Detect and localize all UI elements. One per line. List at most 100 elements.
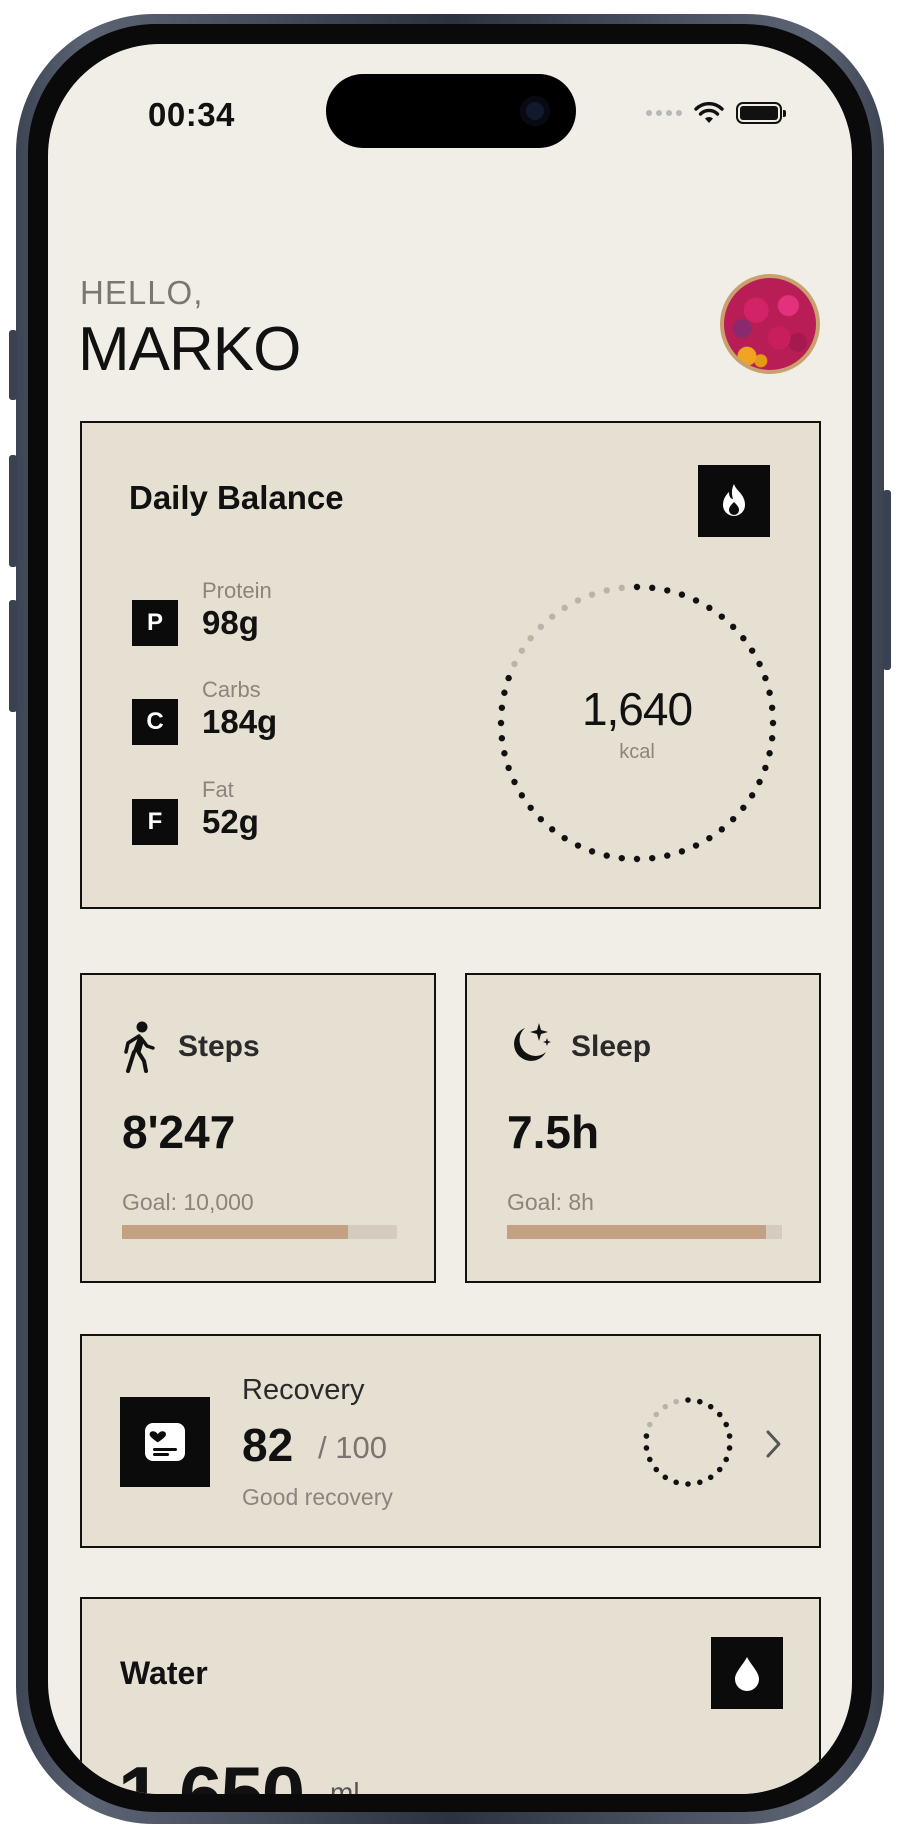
macro-label: Carbs xyxy=(202,677,261,702)
calorie-ring-dot xyxy=(527,804,534,811)
recovery-ring-dot xyxy=(716,1466,723,1473)
avatar[interactable] xyxy=(720,274,820,374)
calorie-ring-dot xyxy=(762,764,769,772)
heart-card-icon xyxy=(120,1397,210,1487)
recovery-ring-dot xyxy=(673,1479,679,1486)
steps-progress-track xyxy=(122,1225,397,1239)
calorie-ring-dot xyxy=(649,584,656,592)
water-unit: ml xyxy=(330,1777,360,1794)
calorie-ring-dot xyxy=(518,647,526,654)
macro-letter: P xyxy=(132,600,178,646)
sleep-progress-fill xyxy=(507,1225,766,1239)
calorie-ring-dot xyxy=(664,587,671,594)
recovery-progress-ring xyxy=(643,1397,733,1487)
wifi-icon xyxy=(694,102,724,123)
calorie-ring-dot xyxy=(511,660,518,668)
recovery-max: / 100 xyxy=(318,1430,387,1465)
water-value: 1,650 xyxy=(118,1750,305,1794)
calorie-ring-dot xyxy=(692,842,700,849)
daily-balance-title: Daily Balance xyxy=(129,479,344,516)
steps-title: Steps xyxy=(178,1030,260,1063)
action-button xyxy=(9,330,17,400)
moon-stars-icon xyxy=(514,1023,551,1061)
recovery-ring-dot xyxy=(653,1411,660,1418)
calorie-ring-dot xyxy=(505,674,512,682)
macro-value: 184g xyxy=(202,703,278,740)
calorie-ring-dot xyxy=(678,848,686,855)
recovery-card[interactable]: Recovery 82 / 100 Good recovery xyxy=(80,1334,821,1548)
calorie-ring-dot xyxy=(718,826,725,833)
recovery-ring-dot xyxy=(726,1445,733,1451)
recovery-ring-dot xyxy=(643,1433,650,1439)
sleep-title: Sleep xyxy=(571,1030,652,1063)
sleep-card[interactable]: Sleep 7.5h Goal: 8h xyxy=(465,973,821,1283)
recovery-ring-dot xyxy=(662,1403,669,1410)
calorie-ring-dot xyxy=(549,826,556,833)
recovery-ring-dot xyxy=(697,1398,703,1405)
status-time: 00:34 xyxy=(148,96,235,133)
recovery-ring-dot xyxy=(707,1403,714,1410)
calorie-ring-dot xyxy=(633,855,641,863)
calorie-ring-dot xyxy=(756,660,763,668)
recovery-ring-dot xyxy=(726,1433,733,1439)
calorie-ring-dot xyxy=(618,584,625,592)
recovery-ring-dot xyxy=(723,1421,729,1428)
recovery-status: Good recovery xyxy=(242,1484,393,1510)
calorie-ring-dot xyxy=(537,623,545,631)
calorie-ring-dot xyxy=(762,674,769,682)
recovery-ring-dot xyxy=(643,1445,650,1451)
calorie-ring-dot xyxy=(664,852,671,859)
calorie-ring: 1,640 kcal xyxy=(492,578,782,868)
macro-label: Protein xyxy=(202,578,272,603)
calorie-ring-dot xyxy=(518,792,526,799)
macro-letter: F xyxy=(132,799,178,845)
daily-balance-card[interactable]: Daily Balance P Protein 98g C Carbs 184g… xyxy=(80,421,821,909)
water-drop-icon[interactable] xyxy=(711,1637,783,1709)
calorie-ring-dot xyxy=(729,623,737,631)
calorie-ring-dot xyxy=(618,854,625,862)
calorie-ring-dot xyxy=(740,804,747,811)
calorie-ring-dot xyxy=(505,764,512,772)
calorie-ring-dot xyxy=(729,815,737,823)
macro-value: 52g xyxy=(202,803,259,840)
sleep-value: 7.5h xyxy=(507,1106,600,1158)
calorie-ring-dot xyxy=(561,834,568,842)
front-camera xyxy=(520,96,550,126)
calorie-ring-dot xyxy=(549,613,556,620)
dynamic-island xyxy=(326,74,576,148)
steps-goal: Goal: 10,000 xyxy=(122,1189,254,1215)
calorie-ring-dot xyxy=(748,792,756,799)
calorie-ring-dot xyxy=(692,597,700,604)
steps-card[interactable]: Steps 8'247 Goal: 10,000 xyxy=(80,973,436,1283)
steps-value: 8'247 xyxy=(122,1106,236,1158)
calorie-ring-dot xyxy=(740,635,747,642)
calorie-ring-dot xyxy=(678,591,686,598)
greeting-hello: HELLO, xyxy=(80,274,204,311)
recovery-ring-dot xyxy=(707,1474,714,1481)
calorie-ring-dot xyxy=(561,604,568,612)
recovery-ring-dot xyxy=(697,1479,703,1486)
calorie-ring-dot xyxy=(633,583,641,591)
app-screen: 00:34 HELLO, MARKO Daily Balance P Prote… xyxy=(48,44,852,1794)
calorie-ring-dot xyxy=(756,778,763,786)
signal-icon xyxy=(646,110,682,116)
flame-icon[interactable] xyxy=(698,465,770,537)
calorie-ring-dot xyxy=(706,604,713,612)
calorie-ring-dot xyxy=(511,778,518,786)
calorie-ring-dot xyxy=(588,848,596,855)
calorie-ring-dot xyxy=(603,852,610,859)
water-card[interactable]: Water 1,650 ml xyxy=(80,1597,821,1794)
chevron-right-icon[interactable] xyxy=(765,1429,783,1459)
recovery-ring-dot xyxy=(653,1466,660,1473)
recovery-ring-dot xyxy=(662,1474,669,1481)
macro-label: Fat xyxy=(202,777,234,802)
status-indicators xyxy=(646,102,786,124)
calorie-ring-dot xyxy=(574,597,582,604)
calorie-ring-dot xyxy=(706,834,713,842)
calorie-ring-dot xyxy=(603,587,610,594)
calorie-ring-dot xyxy=(588,591,596,598)
recovery-ring-dot xyxy=(647,1421,653,1428)
calorie-ring-dot xyxy=(718,613,725,620)
recovery-ring-dot xyxy=(685,1397,691,1403)
calorie-ring-dot xyxy=(527,635,534,642)
